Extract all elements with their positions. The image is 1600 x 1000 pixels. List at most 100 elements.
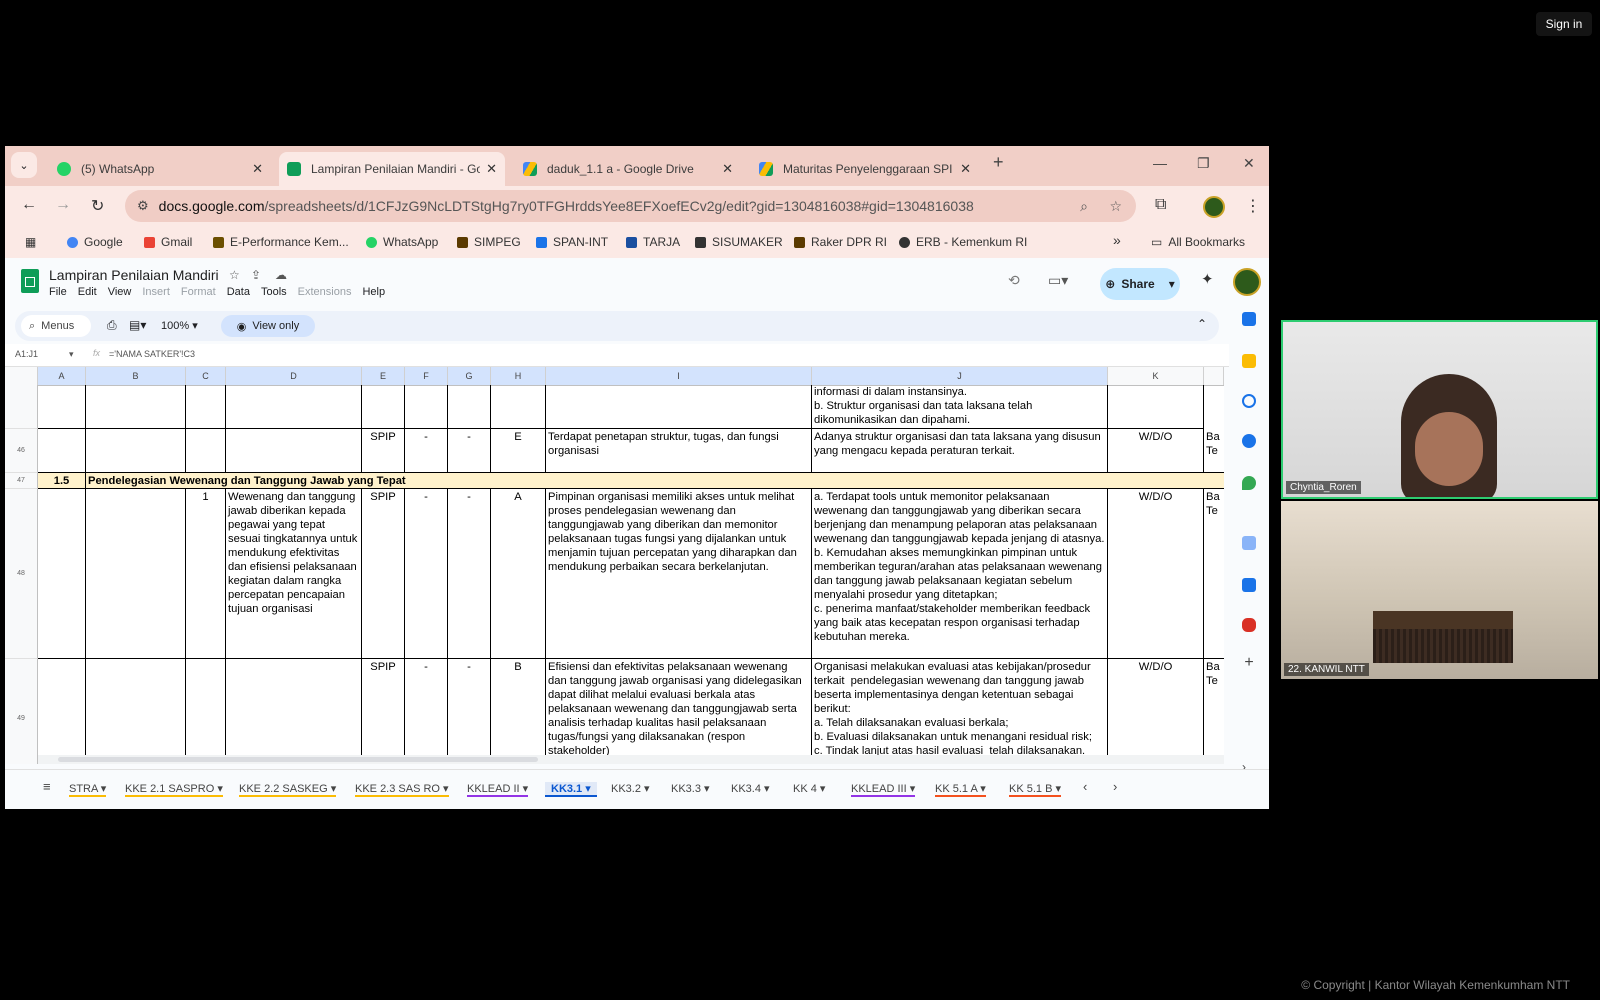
sheet-tab[interactable]: KK 4 ▾: [793, 782, 825, 795]
cell[interactable]: [38, 385, 86, 429]
menu-edit[interactable]: Edit: [78, 286, 97, 298]
profile-avatar[interactable]: [1203, 196, 1225, 218]
cell[interactable]: [186, 429, 226, 473]
bookmarks-overflow-button[interactable]: »: [1113, 232, 1121, 248]
cell[interactable]: [86, 489, 186, 659]
formula-input[interactable]: ='NAMA SATKER'!C3: [109, 349, 195, 359]
column-header[interactable]: A: [38, 367, 86, 385]
column-header[interactable]: B: [86, 367, 186, 385]
cell[interactable]: Ba Te: [1204, 659, 1224, 764]
share-dropdown-icon[interactable]: ▾: [1169, 277, 1175, 291]
bookmark-raker-dpr[interactable]: Raker DPR RI: [794, 235, 887, 249]
add-icon[interactable]: +: [1242, 655, 1256, 671]
reload-icon[interactable]: ↻: [91, 196, 104, 216]
cell[interactable]: [186, 385, 226, 429]
paint-format-icon[interactable]: ▤▾: [129, 318, 146, 332]
sheets-logo-icon[interactable]: [21, 269, 39, 293]
cell[interactable]: W/D/O: [1108, 489, 1204, 659]
cell[interactable]: [1108, 385, 1204, 429]
sheet-tab[interactable]: KKE 2.3 SAS RO ▾: [355, 782, 449, 797]
apps-grid-icon[interactable]: ▦: [25, 235, 36, 249]
scroll-tabs-right-icon[interactable]: ›: [1113, 779, 1117, 794]
menu-view[interactable]: View: [108, 286, 132, 298]
cell[interactable]: [226, 429, 362, 473]
menu-format[interactable]: Format: [181, 286, 216, 298]
video-tile-chyntia[interactable]: Chyntia_Roren: [1281, 320, 1598, 499]
sheet-tab[interactable]: KK3.2 ▾: [611, 782, 650, 795]
extensions-icon[interactable]: ⧉: [1155, 196, 1166, 214]
sheet-tab[interactable]: KK3.4 ▾: [731, 782, 770, 795]
addon-icon[interactable]: [1242, 536, 1256, 550]
cell[interactable]: Efisiensi dan efektivitas pelaksanaan we…: [546, 659, 812, 764]
bookmark-eperformance[interactable]: E-Performance Kem...: [213, 235, 349, 249]
column-header[interactable]: F: [405, 367, 448, 385]
menu-file[interactable]: File: [49, 286, 67, 298]
mail-addon-icon[interactable]: [1242, 578, 1256, 592]
sheet-tab[interactable]: KK 5.1 A ▾: [935, 782, 986, 797]
bookmark-simpeg[interactable]: SIMPEG: [457, 235, 521, 249]
column-header[interactable]: C: [186, 367, 226, 385]
cell[interactable]: a. Terdapat tools untuk memonitor pelaks…: [812, 489, 1108, 659]
chevron-down-icon[interactable]: ▾: [69, 349, 74, 360]
star-icon[interactable]: ☆: [229, 268, 240, 282]
name-box[interactable]: A1:J1: [15, 349, 38, 359]
back-arrow-icon[interactable]: ←: [21, 196, 37, 214]
document-title[interactable]: Lampiran Penilaian Mandiri: [49, 267, 219, 283]
bookmark-whatsapp[interactable]: WhatsApp: [366, 235, 438, 249]
section-number[interactable]: 1.5: [38, 473, 86, 489]
cell[interactable]: -: [405, 659, 448, 764]
row-header[interactable]: 49: [5, 659, 38, 764]
cell[interactable]: [362, 385, 405, 429]
cell[interactable]: -: [448, 659, 491, 764]
gemini-icon[interactable]: ✦: [1201, 270, 1214, 288]
cell[interactable]: [546, 385, 812, 429]
menu-insert[interactable]: Insert: [142, 286, 170, 298]
move-icon[interactable]: ⇪: [251, 268, 261, 282]
row-header[interactable]: [5, 385, 38, 429]
cell[interactable]: Pimpinan organisasi memiliki akses untuk…: [546, 489, 812, 659]
cell[interactable]: Ba Te: [1204, 489, 1224, 659]
cell[interactable]: [448, 385, 491, 429]
cell[interactable]: -: [448, 429, 491, 473]
scroll-tabs-left-icon[interactable]: ‹: [1083, 779, 1087, 794]
forward-arrow-icon[interactable]: →: [55, 196, 71, 214]
cell[interactable]: B: [491, 659, 546, 764]
sheet-tab[interactable]: KKE 2.1 SASPRO ▾: [125, 782, 223, 797]
keep-icon[interactable]: [1242, 354, 1256, 368]
section-title[interactable]: Pendelegasian Wewenang dan Tanggung Jawa…: [86, 473, 1224, 489]
close-icon[interactable]: ✕: [960, 161, 971, 177]
zoom-select[interactable]: 100% ▾: [161, 319, 198, 332]
bookmark-google[interactable]: Google: [67, 235, 123, 249]
cell[interactable]: W/D/O: [1108, 429, 1204, 473]
print-icon[interactable]: ⎙: [107, 318, 117, 333]
share-button[interactable]: ⊕ Share ▾: [1100, 268, 1180, 300]
cell[interactable]: [86, 429, 186, 473]
sheet-tab[interactable]: KKLEAD III ▾: [851, 782, 916, 797]
account-avatar[interactable]: [1233, 268, 1261, 296]
browser-tab-maturitas[interactable]: Maturitas Penyelenggaraan SPI ✕: [751, 152, 979, 186]
column-header[interactable]: K: [1108, 367, 1204, 385]
cell[interactable]: Wewenang dan tanggung jawab diberikan ke…: [226, 489, 362, 659]
chevron-up-icon[interactable]: ⌃: [1197, 317, 1207, 331]
select-all-corner[interactable]: [5, 367, 38, 385]
bookmark-tarja[interactable]: TARJA: [626, 235, 680, 249]
row-header[interactable]: 47: [5, 473, 38, 489]
meet-icon[interactable]: ▭▾: [1048, 272, 1068, 289]
browser-tab-sheets[interactable]: Lampiran Penilaian Mandiri - Go ✕: [279, 152, 505, 186]
cell[interactable]: W/D/O: [1108, 659, 1204, 764]
column-header[interactable]: J: [812, 367, 1108, 385]
close-icon[interactable]: ✕: [722, 161, 733, 177]
scrollbar-thumb[interactable]: [58, 757, 538, 762]
sheet-tab[interactable]: KKE 2.2 SASKEG ▾: [239, 782, 337, 797]
tab-search-icon[interactable]: ⌄: [11, 152, 37, 178]
row-header[interactable]: 46: [5, 429, 38, 473]
cell[interactable]: [38, 489, 86, 659]
sheet-tab[interactable]: KK 5.1 B ▾: [1009, 782, 1061, 797]
close-window-button[interactable]: ✕: [1243, 155, 1255, 172]
cell[interactable]: [38, 429, 86, 473]
cell[interactable]: Terdapat penetapan struktur, tugas, dan …: [546, 429, 812, 473]
close-icon[interactable]: ✕: [252, 161, 263, 177]
cell[interactable]: [491, 385, 546, 429]
cell[interactable]: SPIP: [362, 659, 405, 764]
cell[interactable]: [186, 659, 226, 764]
